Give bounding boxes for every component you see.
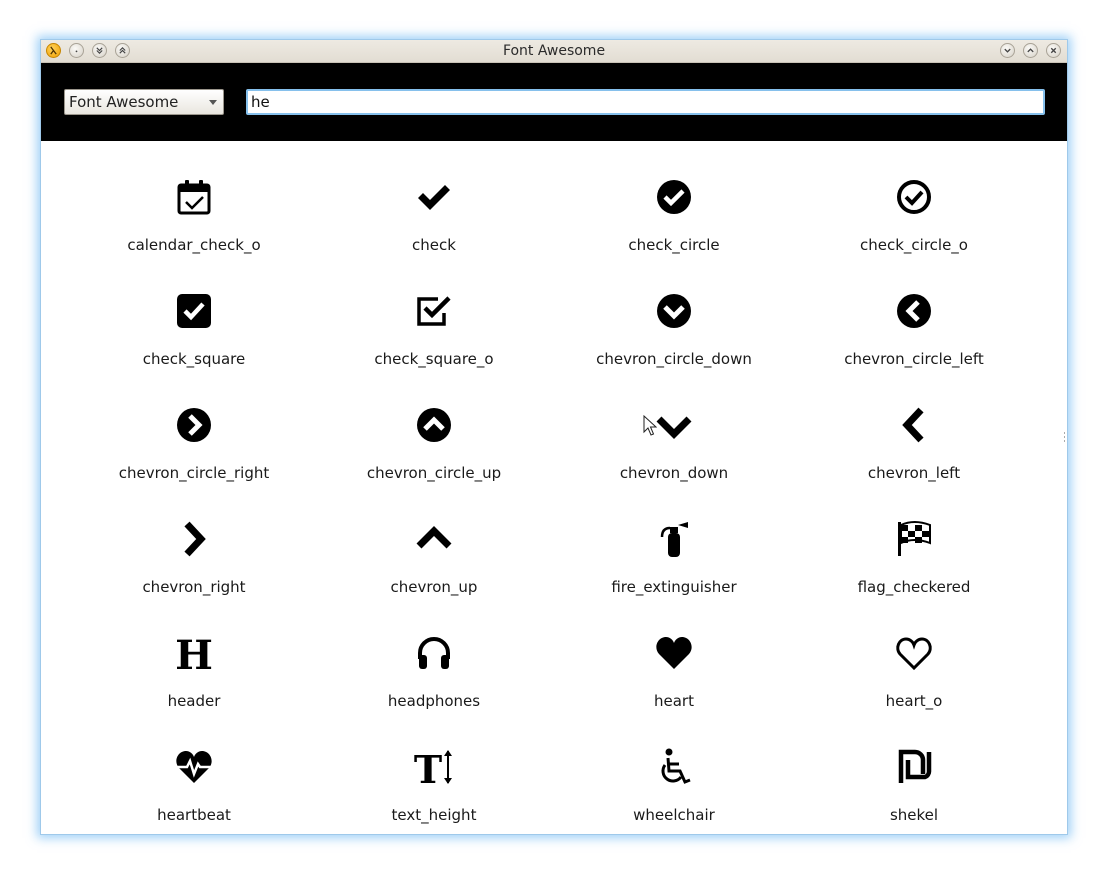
headphones-icon [414,633,454,673]
chevron-down-icon [654,405,694,445]
app-window: Font Awesome Font Awesome calendar_check… [40,39,1068,835]
icon-label: check [412,236,456,254]
mouse-cursor-icon [643,415,657,436]
chevron-circle-right-icon [174,405,214,445]
title-bar[interactable]: Font Awesome [41,40,1067,63]
icon-cell-check-circle-o[interactable]: check_circle_o [794,151,1034,265]
icon-cell-chevron-right[interactable]: chevron_right [74,493,314,607]
window-title: Font Awesome [502,43,606,59]
icon-cell-check[interactable]: check [314,151,554,265]
dropdown-arrow-icon [209,100,217,105]
icon-cell-check-square-o[interactable]: check_square_o [314,265,554,379]
icon-grid: calendar_check_o check check_circle check_c… [74,151,1034,834]
wheelchair-icon [654,747,694,787]
maximize-button[interactable] [1023,43,1038,58]
icon-cell-chevron-up[interactable]: chevron_up [314,493,554,607]
chevron-circle-up-icon [414,405,454,445]
icon-cell-chevron-circle-down[interactable]: chevron_circle_down [554,265,794,379]
chevron-circle-left-icon [894,291,934,331]
check-icon [414,177,454,217]
icon-label: chevron_circle_up [366,464,502,482]
icon-label: wheelchair [633,806,715,824]
icon-label: header [167,692,221,710]
icon-cell-heart[interactable]: heart [554,607,794,721]
minimize-button[interactable] [1000,43,1015,58]
icon-cell-flag-checkered[interactable]: flag_checkered [794,493,1034,607]
icon-cell-headphones[interactable]: headphones [314,607,554,721]
icon-cell-chevron-down[interactable]: chevron_down [554,379,794,493]
shekel-icon [894,747,934,787]
icon-label: heart [654,692,694,710]
heart-o-icon [894,633,934,673]
icon-cell-chevron-left[interactable]: chevron_left [794,379,1034,493]
flag-checkered-icon [894,519,934,559]
icon-cell-fire-extinguisher[interactable]: fire_extinguisher [554,493,794,607]
icon-label: check_circle_o [860,236,968,254]
icon-cell-check-circle[interactable]: check_circle [554,151,794,265]
icon-label: heart_o [885,692,943,710]
icon-label: text_height [391,806,477,824]
heart-icon [654,633,694,673]
icon-cell-text-height[interactable]: Ttext_height [314,721,554,834]
icon-label: shekel [889,806,939,824]
check-circle-o-icon [894,177,934,217]
text-height-icon: T [414,747,454,787]
icon-label: heartbeat [157,806,231,824]
calendar-check-o-icon [174,177,214,217]
close-button[interactable] [1046,43,1061,58]
icon-label: check_circle [628,236,720,254]
search-input[interactable] [246,89,1045,115]
chevron-circle-down-icon [654,291,694,331]
heartbeat-icon [174,747,214,787]
header-icon: H [174,633,214,673]
icon-label: chevron_circle_left [844,350,984,368]
chevron-left-icon [894,405,934,445]
icon-label: chevron_circle_down [596,350,752,368]
icon-label: check_square_o [374,350,494,368]
svg-text:T: T [414,747,442,787]
icon-cell-heartbeat[interactable]: heartbeat [74,721,314,834]
svg-text:H: H [175,633,213,673]
icon-label: chevron_circle_right [118,464,270,482]
toolbar: Font Awesome [41,63,1067,141]
icon-cell-heart-o[interactable]: heart_o [794,607,1034,721]
icon-cell-wheelchair[interactable]: wheelchair [554,721,794,834]
check-square-o-icon [414,291,454,331]
icon-cell-header[interactable]: Hheader [74,607,314,721]
icon-label: fire_extinguisher [611,578,737,596]
icon-cell-shekel[interactable]: shekel [794,721,1034,834]
icon-label: chevron_left [867,464,961,482]
icon-label: chevron_right [142,578,246,596]
icon-cell-chevron-circle-up[interactable]: chevron_circle_up [314,379,554,493]
icon-label: headphones [387,692,481,710]
chevron-right-icon [174,519,214,559]
icon-cell-check-square[interactable]: check_square [74,265,314,379]
icon-label: flag_checkered [857,578,971,596]
chevron-up-icon [414,519,454,559]
font-family-select[interactable]: Font Awesome [64,89,224,115]
icon-label: calendar_check_o [127,236,261,254]
icon-cell-chevron-circle-left[interactable]: chevron_circle_left [794,265,1034,379]
check-square-icon [174,291,214,331]
icon-label: check_square [142,350,246,368]
icon-cell-chevron-circle-right[interactable]: chevron_circle_right [74,379,314,493]
font-family-select-value: Font Awesome [69,93,179,111]
check-circle-icon [654,177,694,217]
fire-extinguisher-icon [654,519,694,559]
icon-label: chevron_up [390,578,478,596]
icon-label: chevron_down [619,464,729,482]
resize-handle-icon[interactable] [1063,432,1066,442]
icon-cell-calendar-check-o[interactable]: calendar_check_o [74,151,314,265]
